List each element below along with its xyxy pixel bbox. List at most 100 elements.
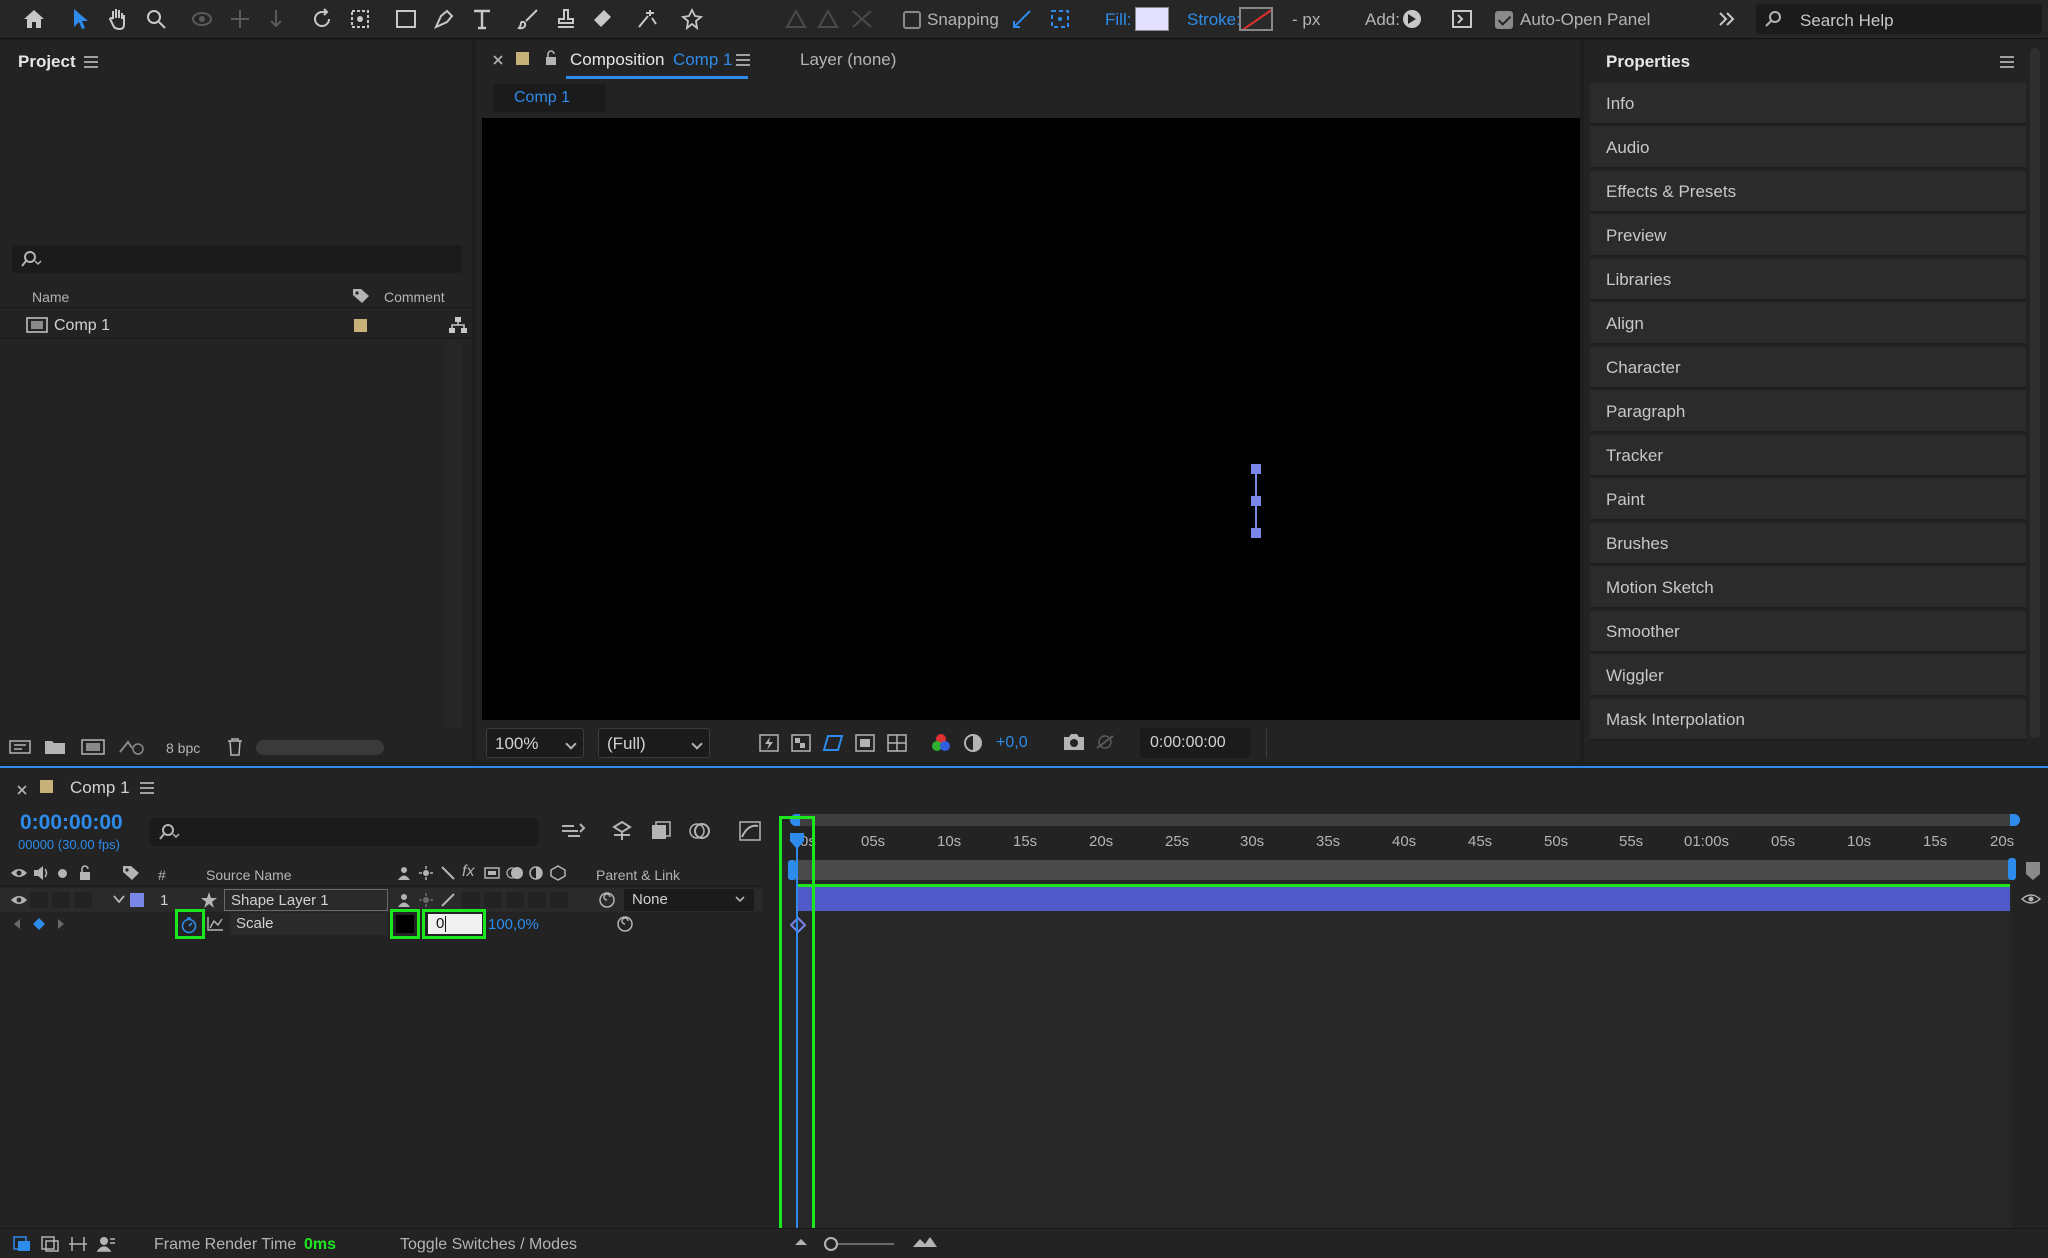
timeline-menu-icon[interactable] (140, 782, 154, 794)
work-area-bar[interactable] (790, 860, 2014, 880)
roto-brush-tool-icon[interactable] (632, 4, 664, 34)
layer-lock-toggle[interactable] (74, 892, 92, 908)
toggle-switches-modes-button[interactable]: Toggle Switches / Modes (400, 1236, 577, 1254)
hand-tool-icon[interactable] (102, 4, 134, 34)
overflow-chevron-icon[interactable] (1711, 4, 1743, 34)
label-color-swatch[interactable] (354, 319, 367, 332)
magnification-dropdown[interactable]: 100% (486, 728, 584, 758)
path-vertex-bottom[interactable] (1251, 528, 1261, 538)
adjustment-layer-switch-icon[interactable] (528, 865, 544, 881)
layer-quality-switch-icon[interactable] (440, 892, 456, 908)
show-snapshot-icon[interactable] (1094, 732, 1116, 752)
effects-switch-icon[interactable]: fx (462, 863, 474, 881)
fast-previews-icon[interactable] (758, 732, 780, 754)
chevron-down-icon[interactable] (112, 893, 126, 905)
lock-icon[interactable] (544, 50, 558, 66)
properties-menu-icon[interactable] (2000, 56, 2014, 68)
comp-mini-flowchart-icon[interactable] (560, 820, 586, 842)
bit-depth-label[interactable]: 8 bpc (166, 740, 200, 756)
stroke-width-value[interactable]: - px (1292, 10, 1320, 30)
type-tool-icon[interactable] (466, 4, 498, 34)
take-snapshot-icon[interactable] (1062, 732, 1086, 752)
anchor-point-tool-icon[interactable] (344, 4, 376, 34)
layer-name-field[interactable]: Shape Layer 1 (224, 889, 388, 911)
snap-features-icon[interactable] (1044, 4, 1076, 34)
prev-keyframe-icon[interactable] (12, 918, 22, 930)
layer-audio-toggle[interactable] (30, 892, 48, 908)
audio-icon[interactable] (32, 865, 50, 881)
panel-toggle-icon[interactable] (1446, 4, 1478, 34)
graph-icon[interactable] (206, 916, 224, 932)
thumbnail-size-slider[interactable] (256, 740, 384, 755)
puppet-tool-icon[interactable] (676, 4, 708, 34)
panel-item-paint[interactable]: Paint (1590, 479, 2026, 521)
snapping-checkbox[interactable] (903, 11, 921, 29)
show-channel-icon[interactable] (930, 732, 952, 754)
panel-item-info[interactable]: Info (1590, 83, 2026, 125)
composition-menu-icon[interactable] (736, 54, 750, 66)
rotate-tool-icon[interactable] (306, 4, 338, 34)
eraser-tool-icon[interactable] (586, 4, 618, 34)
path-vertex-middle[interactable] (1251, 496, 1261, 506)
in-out-toggle-icon[interactable] (68, 1235, 88, 1253)
zoom-in-icon[interactable] (912, 1235, 938, 1249)
fill-swatch[interactable] (1135, 7, 1169, 31)
composition-viewer[interactable] (482, 118, 1580, 720)
close-tab-icon[interactable] (16, 784, 28, 796)
project-menu-icon[interactable] (84, 56, 98, 68)
project-search-input[interactable] (12, 245, 462, 273)
lock-icon[interactable] (78, 865, 92, 881)
panel-item-tracker[interactable]: Tracker (1590, 435, 2026, 477)
panel-item-effects-presets[interactable]: Effects & Presets (1590, 171, 2026, 213)
layer-tab[interactable]: Layer (none) (800, 50, 896, 70)
rectangle-tool-icon[interactable] (390, 4, 422, 34)
new-composition-icon[interactable] (80, 738, 106, 756)
resolution-dropdown[interactable]: (Full) (598, 728, 710, 758)
layer-solo-toggle[interactable] (52, 892, 70, 908)
motion-blur-icon[interactable] (688, 820, 712, 842)
project-settings-icon[interactable] (118, 738, 146, 756)
clone-stamp-tool-icon[interactable] (550, 4, 582, 34)
close-tab-icon[interactable] (492, 54, 504, 66)
graph-editor-icon[interactable] (738, 820, 762, 842)
collapse-switch-icon[interactable] (418, 865, 434, 881)
frame-blending-icon[interactable] (650, 820, 672, 842)
orbit-camera-icon[interactable] (186, 4, 218, 34)
auto-open-panel-checkbox[interactable] (1495, 11, 1513, 29)
solo-icon[interactable] (58, 869, 67, 878)
layer-lock-marker-icon[interactable] (2020, 890, 2042, 908)
viewer-timecode-field[interactable]: 0:00:00:00 (1140, 728, 1250, 758)
frame-blending-switch-icon[interactable] (484, 865, 500, 881)
local-axis-icon[interactable] (812, 4, 844, 34)
column-name-header[interactable]: Name (32, 289, 69, 305)
parent-dropdown[interactable]: None (624, 889, 754, 911)
shy-switch-icon[interactable] (396, 865, 412, 881)
panel-item-brushes[interactable]: Brushes (1590, 523, 2026, 565)
label-tag-icon[interactable] (352, 288, 370, 304)
current-timecode[interactable]: 0:00:00:00 (20, 811, 123, 835)
pick-whip-icon[interactable] (598, 891, 616, 909)
panel-item-align[interactable]: Align (1590, 303, 2026, 345)
layer-label-swatch[interactable] (130, 893, 144, 907)
panel-item-mask-interpolation[interactable]: Mask Interpolation (1590, 699, 2026, 741)
panel-item-character[interactable]: Character (1590, 347, 2026, 389)
layer-switches-toggle-icon[interactable] (12, 1235, 32, 1253)
flowchart-icon[interactable] (448, 316, 468, 334)
timeline-zoom-slider-thumb[interactable] (824, 1237, 838, 1251)
add-keyframe-diamond-icon[interactable] (33, 918, 45, 930)
work-area-end-handle[interactable] (2008, 858, 2016, 880)
home-icon[interactable] (18, 4, 50, 34)
new-folder-icon[interactable] (44, 738, 66, 756)
dolly-camera-icon[interactable] (260, 4, 292, 34)
interpret-footage-icon[interactable] (8, 738, 32, 756)
timeline-search-input[interactable] (150, 818, 538, 846)
stroke-swatch[interactable] (1239, 7, 1273, 31)
work-area-navigator[interactable] (790, 814, 2020, 826)
layer-frame-blend-toggle[interactable] (484, 892, 502, 908)
property-name-field[interactable]: Scale (230, 913, 388, 935)
path-vertex-top[interactable] (1251, 464, 1261, 474)
draft-3d-icon[interactable] (610, 820, 634, 842)
panel-item-smoother[interactable]: Smoother (1590, 611, 2026, 653)
layer-collapse-switch-icon[interactable] (418, 892, 434, 908)
reset-exposure-icon[interactable] (962, 732, 984, 754)
